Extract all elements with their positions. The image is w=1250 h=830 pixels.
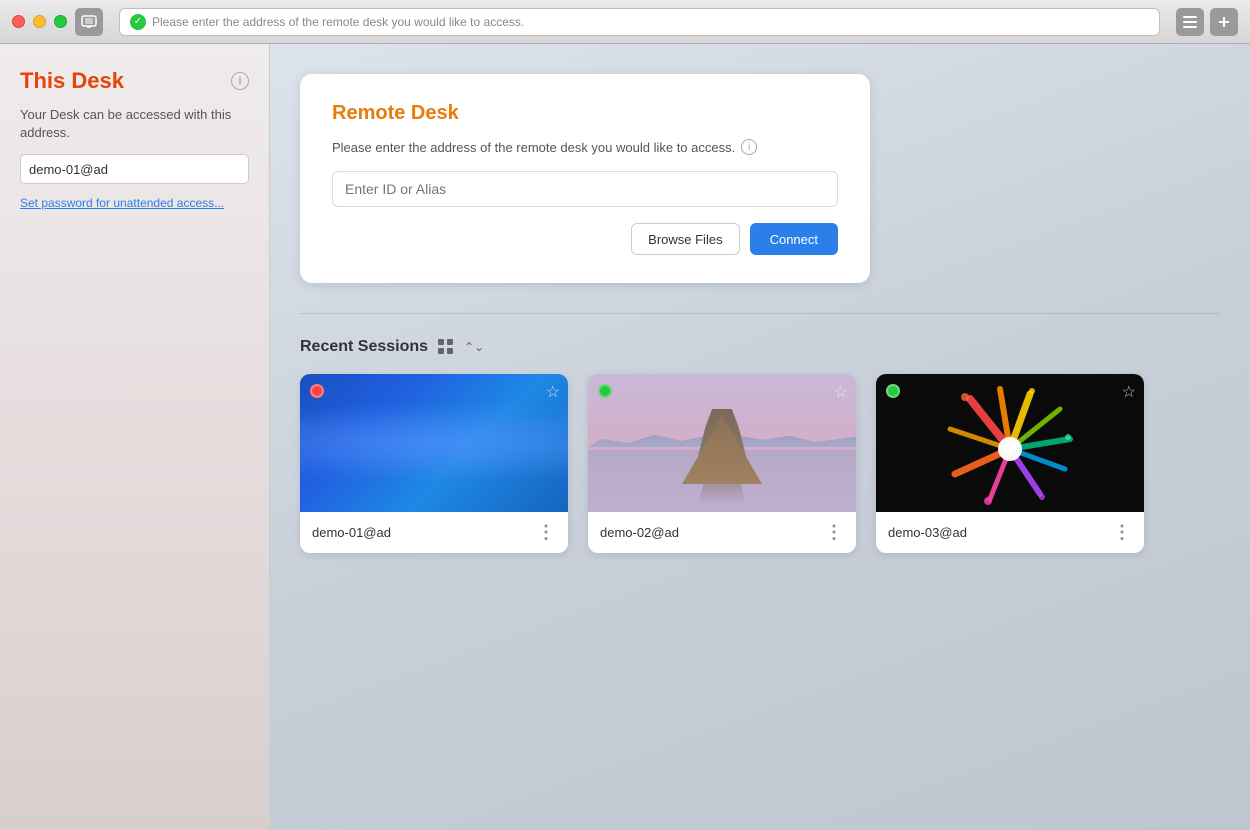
session-footer-1: demo-01@ad ⋮ (300, 512, 568, 553)
remote-desk-title: Remote Desk (332, 102, 838, 125)
browse-files-button[interactable]: Browse Files (631, 223, 739, 255)
thumbnail-blue (300, 374, 568, 512)
maximize-button[interactable] (54, 15, 67, 28)
session-card-2: ☆ demo-02@ad ⋮ (588, 374, 856, 553)
sidebar-title-text: This Desk (20, 68, 124, 94)
recent-sessions-title: Recent Sessions (300, 338, 428, 356)
session-name-1: demo-01@ad (312, 525, 391, 540)
session-footer-3: demo-03@ad ⋮ (876, 512, 1144, 553)
session-menu-2[interactable]: ⋮ (825, 522, 844, 543)
desk-address-input[interactable] (20, 154, 249, 184)
grid-dot (447, 339, 453, 345)
status-dot-red (310, 384, 324, 398)
traffic-lights (12, 15, 67, 28)
remote-desk-actions: Browse Files Connect (332, 223, 838, 255)
close-button[interactable] (12, 15, 25, 28)
main-content: Remote Desk Please enter the address of … (270, 44, 1250, 830)
titlebar-actions (1176, 8, 1238, 36)
session-menu-1[interactable]: ⋮ (537, 522, 556, 543)
sidebar-info-icon[interactable]: i (231, 72, 249, 90)
sidebar-description: Your Desk can be accessed with this addr… (20, 106, 249, 142)
connect-button[interactable]: Connect (750, 223, 838, 255)
favorite-icon-3[interactable]: ☆ (1122, 382, 1136, 402)
session-thumbnail-3[interactable]: ☆ (876, 374, 1144, 512)
sessions-grid: ☆ demo-01@ad ⋮ (300, 374, 1220, 553)
titlebar: ✓ Please enter the address of the remote… (0, 0, 1250, 44)
app-icon (75, 8, 103, 36)
remote-desk-description: Please enter the address of the remote d… (332, 139, 838, 155)
status-dot-green-2 (598, 384, 612, 398)
session-name-2: demo-02@ad (600, 525, 679, 540)
session-footer-2: demo-02@ad ⋮ (588, 512, 856, 553)
thumbnail-pink (588, 374, 856, 512)
grid-dot (438, 348, 444, 354)
grid-dot (438, 339, 444, 345)
grid-view-icon[interactable] (438, 339, 454, 355)
sidebar: This Desk i Your Desk can be accessed wi… (0, 44, 270, 830)
status-dot-green-3 (886, 384, 900, 398)
sidebar-title: This Desk i (20, 68, 249, 94)
session-name-3: demo-03@ad (888, 525, 967, 540)
explosion-svg (876, 374, 1144, 512)
session-thumbnail-1[interactable]: ☆ (300, 374, 568, 512)
ssl-check-icon: ✓ (130, 14, 146, 30)
session-menu-3[interactable]: ⋮ (1113, 522, 1132, 543)
remote-desk-info-icon[interactable]: i (741, 139, 757, 155)
address-bar[interactable]: ✓ Please enter the address of the remote… (119, 8, 1160, 36)
remote-desk-input[interactable] (332, 171, 838, 207)
address-bar-text: Please enter the address of the remote d… (152, 15, 1149, 29)
new-tab-button[interactable] (1210, 8, 1238, 36)
remote-desk-card: Remote Desk Please enter the address of … (300, 74, 870, 283)
recent-sessions-header: Recent Sessions ⌃⌄ (300, 338, 1220, 356)
remote-desk-description-text: Please enter the address of the remote d… (332, 140, 735, 155)
menu-button[interactable] (1176, 8, 1204, 36)
grid-dots (438, 339, 454, 355)
session-thumbnail-2[interactable]: ☆ (588, 374, 856, 512)
app-body: This Desk i Your Desk can be accessed wi… (0, 44, 1250, 830)
sort-icon[interactable]: ⌃⌄ (464, 340, 484, 354)
session-card-3: ☆ demo-03@ad ⋮ (876, 374, 1144, 553)
minimize-button[interactable] (33, 15, 46, 28)
thumbnail-dark (876, 374, 1144, 512)
grid-dot (447, 348, 453, 354)
set-password-link[interactable]: Set password for unattended access... (20, 196, 249, 210)
favorite-icon-2[interactable]: ☆ (834, 382, 848, 402)
content-divider (300, 313, 1220, 314)
session-card: ☆ demo-01@ad ⋮ (300, 374, 568, 553)
favorite-icon[interactable]: ☆ (546, 382, 560, 402)
